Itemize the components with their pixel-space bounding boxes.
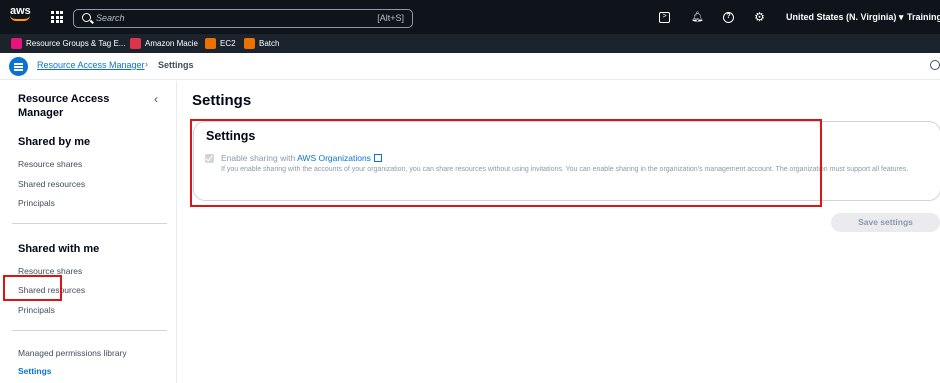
breadcrumb-service-link[interactable]: Resource Access Manager	[37, 60, 145, 70]
favorite-label: Resource Groups & Tag E...	[26, 39, 126, 48]
search-placeholder: Search	[96, 13, 125, 23]
global-nav-bar: aws Search [Alt+S] > 🔔︎ ? ⚙ United State…	[0, 0, 940, 34]
sidebar-heading-shared-by-me: Shared by me	[18, 136, 91, 148]
favorite-amazon-macie[interactable]: Amazon Macie	[130, 37, 198, 50]
services-grid-icon[interactable]	[51, 11, 63, 23]
page-title: Settings	[192, 92, 252, 109]
collapse-sidebar-icon[interactable]: ‹	[154, 92, 158, 106]
sidebar-heading-shared-with-me: Shared with me	[18, 243, 100, 255]
ec2-icon	[205, 38, 216, 49]
macie-icon	[130, 38, 141, 49]
favorite-ec2[interactable]: EC2	[205, 37, 236, 50]
sidebar-item-principals[interactable]: Principals	[18, 198, 55, 208]
breadcrumb-current: Settings	[158, 60, 194, 70]
preferences-icon[interactable]	[930, 60, 940, 70]
side-navigation: Resource Access Manager ‹ Shared by me R…	[0, 81, 177, 383]
chevron-right-icon: ›	[145, 59, 148, 69]
gear-icon[interactable]: ⚙	[754, 11, 765, 23]
sidebar-divider	[12, 223, 167, 224]
help-icon[interactable]: ?	[723, 12, 734, 23]
sidebar-item-shared-resources[interactable]: Shared resources	[18, 179, 85, 189]
favorite-label: Batch	[259, 39, 280, 48]
search-icon	[82, 13, 91, 22]
favorite-label: Amazon Macie	[145, 39, 198, 48]
highlight-box-sidebar-settings	[3, 275, 62, 301]
aws-logo-text: aws	[10, 5, 31, 17]
favorite-batch[interactable]: Batch	[244, 37, 279, 50]
sidebar-item-settings[interactable]: Settings	[18, 366, 52, 376]
breadcrumb: Resource Access Manager › Settings	[0, 53, 940, 80]
cloudshell-icon[interactable]: >	[659, 12, 670, 23]
search-shortcut: [Alt+S]	[377, 13, 404, 23]
sidebar-item-resource-shares[interactable]: Resource shares	[18, 159, 82, 169]
batch-icon	[244, 38, 255, 49]
highlight-box-settings-panel	[190, 119, 822, 207]
sidebar-title[interactable]: Resource Access Manager	[18, 92, 138, 120]
favorite-resource-groups[interactable]: Resource Groups & Tag E...	[11, 37, 125, 50]
sidebar-item-received-principals[interactable]: Principals	[18, 305, 55, 315]
region-selector[interactable]: United States (N. Virginia) ▾	[786, 12, 903, 23]
account-menu[interactable]: Training ▾	[907, 12, 940, 23]
sidebar-item-managed-permissions[interactable]: Managed permissions library	[18, 348, 127, 358]
hamburger-menu-icon[interactable]	[9, 57, 28, 76]
save-settings-button[interactable]: Save settings	[831, 213, 940, 232]
resource-groups-icon	[11, 38, 22, 49]
favorite-label: EC2	[220, 39, 236, 48]
aws-logo[interactable]: aws	[10, 6, 36, 28]
bell-icon[interactable]: 🔔︎	[691, 12, 704, 23]
sidebar-divider	[12, 330, 167, 331]
favorites-bar: Resource Groups & Tag E... Amazon Macie …	[0, 34, 940, 53]
search-input[interactable]: Search [Alt+S]	[73, 9, 413, 28]
